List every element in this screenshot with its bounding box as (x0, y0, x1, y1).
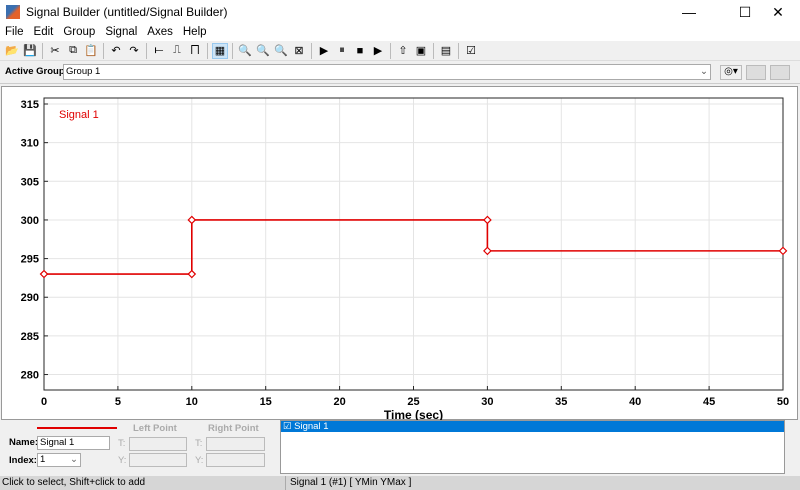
redo-icon[interactable]: ↷ (126, 43, 142, 59)
step-icon[interactable]: ⎍ (169, 43, 185, 59)
right-y-label: Y: (195, 455, 204, 466)
x-tick-label: 45 (703, 396, 715, 408)
menu-signal[interactable]: Signal (100, 24, 142, 41)
paste-icon[interactable]: 📋 (83, 43, 99, 59)
scope-icon[interactable]: ▤ (438, 43, 454, 59)
menu-file[interactable]: File (0, 24, 29, 41)
name-input[interactable]: Signal 1 (37, 436, 110, 450)
signal-properties-panel: Left Point Right Point Name: Signal 1 In… (0, 420, 800, 476)
menu-group[interactable]: Group (58, 24, 100, 41)
chevron-down-icon: ⌄ (70, 454, 78, 465)
undo-icon[interactable]: ↶ (108, 43, 124, 59)
name-label: Name: (9, 437, 39, 448)
signal-plot[interactable]: 0 5 10 15 20 25 30 35 40 45 50 280 285 290 295 300 305 31… (2, 87, 799, 421)
grid-icon[interactable]: ▦ (212, 42, 228, 59)
zoom-xy-icon[interactable]: 🔍 (273, 43, 289, 59)
layout-button-2[interactable] (770, 65, 790, 80)
legend-label: Signal 1 (59, 109, 99, 121)
active-group-value: Group 1 (66, 66, 101, 77)
save-icon[interactable]: 💾 (22, 43, 38, 59)
right-point-label: Right Point (208, 423, 259, 434)
toolbar-separator (207, 42, 208, 59)
play-icon[interactable]: ▶ (316, 43, 332, 59)
window-title: Signal Builder (untitled/Signal Builder) (26, 5, 228, 19)
open-icon[interactable]: 📂 (4, 43, 20, 59)
stop-icon[interactable]: ■ (352, 43, 368, 59)
left-y-input[interactable] (129, 453, 187, 467)
copy-icon[interactable]: ⧉ (65, 43, 81, 59)
y-tick-label: 280 (21, 370, 39, 382)
left-point-label: Left Point (133, 423, 177, 434)
toolbar-separator (390, 42, 391, 59)
y-tick-label: 310 (21, 138, 39, 150)
pause-icon[interactable]: ⏸ (334, 43, 350, 59)
x-tick-label: 5 (115, 396, 121, 408)
toolbar-separator (311, 42, 312, 59)
menu-edit[interactable]: Edit (29, 24, 59, 41)
up-arrow-icon[interactable]: ⇧ (395, 43, 411, 59)
minimize-button[interactable]: — (667, 0, 711, 24)
y-tick-label: 295 (21, 254, 39, 266)
index-value: 1 (40, 454, 46, 465)
y-tick-label: 315 (21, 99, 39, 111)
x-tick-label: 10 (186, 396, 198, 408)
signal-line-sample (37, 427, 117, 429)
toolbar-separator (458, 42, 459, 59)
status-hint: Click to select, Shift+click to add (2, 477, 146, 488)
active-group-label: Active Group: (5, 66, 68, 77)
close-button[interactable]: ✕ (756, 0, 800, 24)
constant-icon[interactable]: ⟝ (151, 43, 167, 59)
y-tick-label: 305 (21, 176, 39, 188)
toolbar-separator (42, 42, 43, 59)
left-t-label: T: (118, 438, 126, 449)
x-tick-label: 15 (260, 396, 272, 408)
layout-button-1[interactable] (746, 65, 766, 80)
right-t-input[interactable] (206, 437, 265, 451)
x-tick-label: 40 (629, 396, 641, 408)
view-options-icon[interactable]: ◎▾ (720, 65, 742, 80)
fit-icon[interactable]: ⊠ (291, 43, 307, 59)
menu-help[interactable]: Help (178, 24, 212, 41)
index-select[interactable]: 1 ⌄ (37, 453, 81, 467)
menu-bar: File Edit Group Signal Axes Help (0, 24, 800, 41)
status-bar: Click to select, Shift+click to add Sign… (0, 476, 800, 490)
status-signal-info: Signal 1 (#1) [ YMin YMax ] (285, 476, 411, 490)
pulse-icon[interactable]: ⨅ (187, 43, 203, 59)
y-tick-label: 285 (21, 331, 39, 343)
menu-axes[interactable]: Axes (142, 24, 178, 41)
title-bar: Signal Builder (untitled/Signal Builder)… (0, 0, 800, 24)
x-tick-label: 25 (407, 396, 419, 408)
left-t-input[interactable] (129, 437, 187, 451)
toolbar: 📂 💾 ✂ ⧉ 📋 ↶ ↷ ⟝ ⎍ ⨅ ▦ 🔍 🔍 🔍 ⊠ ▶ ⏸ ■ ▶ ⇧ ▣ ▤ ☑ (0, 41, 800, 61)
x-tick-label: 0 (41, 396, 47, 408)
right-t-label: T: (195, 438, 203, 449)
zoom-y-icon[interactable]: 🔍 (255, 43, 271, 59)
toolbar-separator (103, 42, 104, 59)
chevron-down-icon: ⌄ (700, 66, 708, 77)
matlab-logo-icon (6, 5, 20, 19)
cut-icon[interactable]: ✂ (47, 43, 63, 59)
run-all-icon[interactable]: ▶ (370, 43, 386, 59)
y-tick-label: 290 (21, 292, 39, 304)
x-tick-label: 50 (777, 396, 789, 408)
x-tick-label: 30 (481, 396, 493, 408)
signal-list[interactable]: ☑ Signal 1 (280, 420, 785, 474)
signal-list-item[interactable]: ☑ Signal 1 (281, 421, 784, 432)
toolbar-separator (433, 42, 434, 59)
verify-icon[interactable]: ☑ (463, 43, 479, 59)
active-group-select[interactable]: Group 1 ⌄ (63, 64, 711, 80)
right-y-input[interactable] (206, 453, 265, 467)
plot-panel[interactable]: 0 5 10 15 20 25 30 35 40 45 50 280 285 290 295 300 305 31… (1, 86, 799, 421)
block-icon[interactable]: ▣ (413, 43, 429, 59)
x-tick-label: 35 (555, 396, 567, 408)
index-label: Index: (9, 455, 37, 466)
y-tick-label: 300 (21, 215, 39, 227)
zoom-x-icon[interactable]: 🔍 (237, 43, 253, 59)
left-y-label: Y: (118, 455, 127, 466)
toolbar-separator (146, 42, 147, 59)
toolbar-separator (232, 42, 233, 59)
x-tick-label: 20 (333, 396, 345, 408)
active-group-bar: Active Group: Group 1 ⌄ ◎▾ (0, 61, 800, 84)
